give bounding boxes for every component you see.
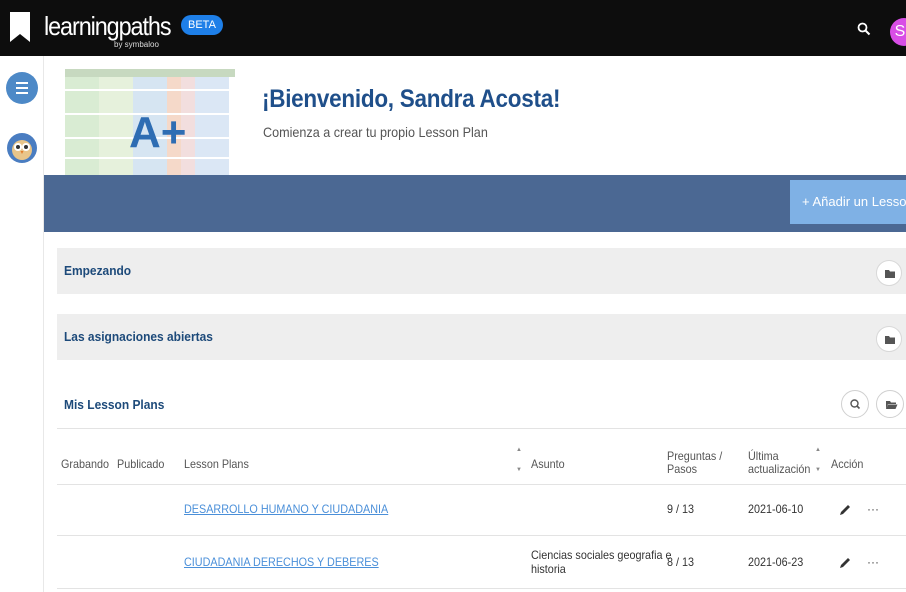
user-avatar[interactable]: S bbox=[890, 18, 906, 46]
list-icon[interactable] bbox=[6, 72, 38, 104]
more-dots-icon[interactable]: ··· bbox=[867, 555, 879, 569]
search-icon[interactable] bbox=[857, 22, 871, 36]
col-ultima-2: actualización bbox=[748, 462, 811, 476]
pencil-icon[interactable] bbox=[838, 503, 852, 517]
sort-icon[interactable]: ▲ bbox=[815, 446, 821, 454]
search-button[interactable] bbox=[841, 390, 869, 418]
owl-icon[interactable] bbox=[6, 132, 38, 164]
sort-icon[interactable]: ▼ bbox=[815, 466, 821, 474]
action-band bbox=[44, 175, 906, 232]
search-icon bbox=[850, 399, 861, 410]
folder-open-button[interactable] bbox=[876, 390, 904, 418]
divider bbox=[57, 428, 906, 429]
row-subject: Ciencias sociales geografia e bbox=[531, 548, 672, 562]
folder-open-icon bbox=[886, 401, 898, 409]
more-dots-icon[interactable]: ··· bbox=[867, 502, 879, 516]
sort-icon[interactable]: ▲ bbox=[516, 446, 522, 454]
section-title: Las asignaciones abiertas bbox=[64, 329, 213, 344]
section-asignaciones[interactable]: Las asignaciones abiertas bbox=[57, 314, 906, 360]
row-count: 9 / 13 bbox=[667, 502, 695, 516]
section-title: Empezando bbox=[64, 263, 132, 278]
logo-text: learningpaths bbox=[44, 11, 172, 41]
welcome-title: ¡Bienvenido, Sandra Acosta! bbox=[262, 85, 561, 113]
welcome-illustration: A+ bbox=[65, 69, 235, 175]
col-asunto: Asunto bbox=[531, 457, 565, 471]
divider bbox=[57, 535, 906, 536]
col-lesson-plans[interactable]: Lesson Plans bbox=[184, 458, 249, 471]
col-publicado: Publicado bbox=[117, 457, 165, 471]
add-lesson-plan-button[interactable]: + Añadir un Lesson Plan bbox=[790, 180, 906, 224]
logo-bookmark-icon bbox=[10, 12, 30, 42]
welcome-subtitle: Comienza a crear tu propio Lesson Plan bbox=[263, 124, 488, 140]
lesson-plan-link[interactable]: DESARROLLO HUMANO Y CIUDADANIA bbox=[184, 503, 388, 516]
divider bbox=[57, 484, 906, 485]
top-bar: learningpaths by symbaloo BETA S bbox=[0, 0, 906, 56]
folder-icon bbox=[885, 336, 895, 344]
my-lesson-plans-title: Mis Lesson Plans bbox=[64, 397, 165, 412]
divider bbox=[57, 588, 906, 589]
logo-subtext: by symbaloo bbox=[114, 40, 159, 49]
row-date: 2021-06-10 bbox=[748, 502, 804, 516]
row-count: 8 / 13 bbox=[667, 555, 695, 569]
app-logo[interactable]: learningpaths by symbaloo bbox=[44, 11, 185, 49]
row-subject-2: historia bbox=[531, 562, 566, 576]
col-preguntas-2: Pasos bbox=[667, 462, 698, 476]
col-grabando: Grabando bbox=[61, 457, 110, 471]
section-empezando[interactable]: Empezando bbox=[57, 248, 906, 294]
lesson-plan-link[interactable]: CIUDADANIA DERECHOS Y DEBERES bbox=[184, 556, 379, 569]
folder-button[interactable] bbox=[876, 326, 902, 352]
grade-text: A+ bbox=[129, 108, 186, 157]
folder-button[interactable] bbox=[876, 260, 902, 286]
folder-icon bbox=[885, 270, 895, 278]
sort-icon[interactable]: ▼ bbox=[516, 466, 522, 474]
pencil-icon[interactable] bbox=[838, 556, 852, 570]
col-accion: Acción bbox=[831, 457, 864, 471]
row-date: 2021-06-23 bbox=[748, 555, 804, 569]
beta-badge: BETA bbox=[181, 15, 223, 35]
